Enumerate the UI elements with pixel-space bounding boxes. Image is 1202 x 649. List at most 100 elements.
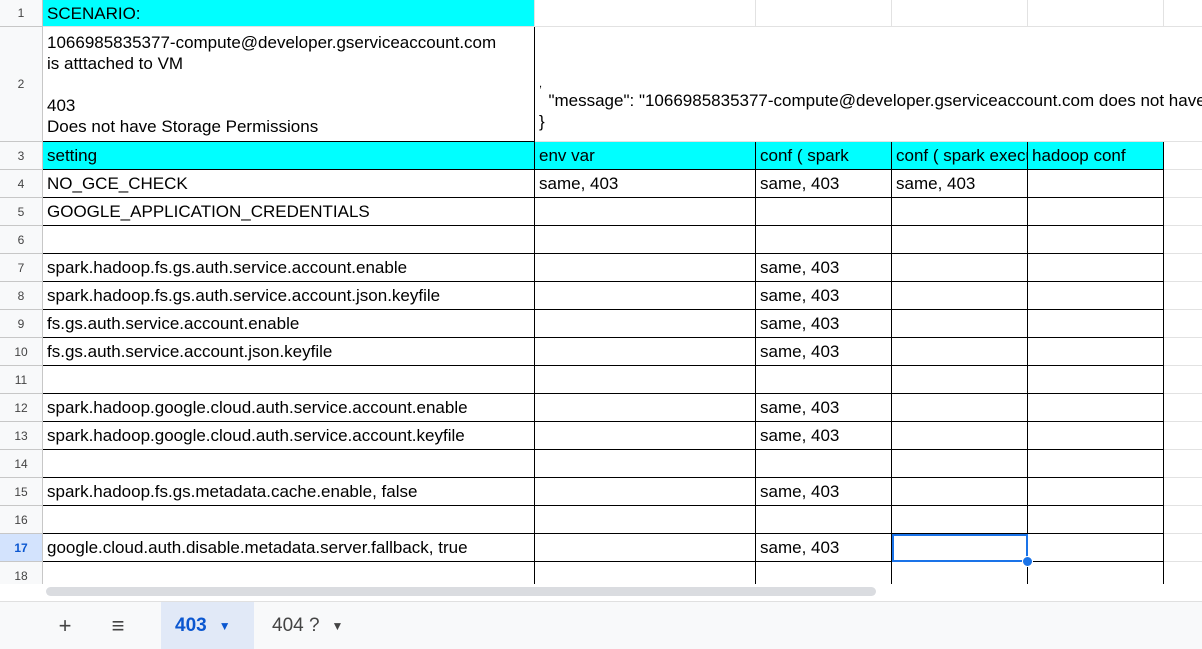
row-header-12[interactable]: 12 [0, 394, 43, 422]
cell-e4[interactable] [1028, 170, 1164, 198]
cell-d4[interactable]: same, 403 [892, 170, 1028, 198]
cell-e5[interactable] [1028, 198, 1164, 226]
cell-f8[interactable] [1164, 282, 1202, 310]
row-header-2[interactable]: 2 [0, 27, 43, 142]
cell-b14[interactable] [535, 450, 756, 478]
cell-f10[interactable] [1164, 338, 1202, 366]
cell-d14[interactable] [892, 450, 1028, 478]
cell-a16[interactable] [43, 506, 535, 534]
row-header-16[interactable]: 16 [0, 506, 43, 534]
cell-f5[interactable] [1164, 198, 1202, 226]
cell-e18[interactable] [1028, 562, 1164, 584]
cell-d3[interactable]: conf ( spark executor [892, 142, 1028, 170]
cell-a17[interactable]: google.cloud.auth.disable.metadata.serve… [43, 534, 535, 562]
cell-f18[interactable] [1164, 562, 1202, 584]
cell-c14[interactable] [756, 450, 892, 478]
cell-a10[interactable]: fs.gs.auth.service.account.json.keyfile [43, 338, 535, 366]
row-header-8[interactable]: 8 [0, 282, 43, 310]
row-header-13[interactable]: 13 [0, 422, 43, 450]
cell-e3[interactable]: hadoop conf [1028, 142, 1164, 170]
cell-d10[interactable] [892, 338, 1028, 366]
chevron-down-icon[interactable]: ▼ [219, 619, 231, 633]
horizontal-scrollbar[interactable] [43, 584, 1202, 600]
cell-e7[interactable] [1028, 254, 1164, 282]
cell-e17[interactable] [1028, 534, 1164, 562]
cell-b18[interactable] [535, 562, 756, 584]
cell-c9[interactable]: same, 403 [756, 310, 892, 338]
cell-f16[interactable] [1164, 506, 1202, 534]
cell-b15[interactable] [535, 478, 756, 506]
cell-a11[interactable] [43, 366, 535, 394]
row-header-18[interactable]: 18 [0, 562, 43, 584]
cell-d7[interactable] [892, 254, 1028, 282]
cell-a1[interactable]: SCENARIO: [43, 0, 535, 27]
cell-d5[interactable] [892, 198, 1028, 226]
cell-c8[interactable]: same, 403 [756, 282, 892, 310]
sheet-tab-403[interactable]: 403 ▼ [161, 602, 254, 649]
cell-d1[interactable] [892, 0, 1028, 27]
cell-a7[interactable]: spark.hadoop.fs.gs.auth.service.account.… [43, 254, 535, 282]
cell-c10[interactable]: same, 403 [756, 338, 892, 366]
cell-a18[interactable] [43, 562, 535, 584]
cell-d17[interactable] [892, 534, 1028, 562]
cell-f15[interactable] [1164, 478, 1202, 506]
cell-b16[interactable] [535, 506, 756, 534]
cell-e16[interactable] [1028, 506, 1164, 534]
cell-f7[interactable] [1164, 254, 1202, 282]
sheet-tab-404[interactable]: 404 ? ▼ [258, 602, 368, 649]
cell-d8[interactable] [892, 282, 1028, 310]
cell-a14[interactable] [43, 450, 535, 478]
cell-e10[interactable] [1028, 338, 1164, 366]
row-header-10[interactable]: 10 [0, 338, 43, 366]
row-header-7[interactable]: 7 [0, 254, 43, 282]
cell-c3[interactable]: conf ( spark [756, 142, 892, 170]
cell-f3[interactable] [1164, 142, 1202, 170]
cell-a3[interactable]: setting [43, 142, 535, 170]
cell-f4[interactable] [1164, 170, 1202, 198]
cell-b4[interactable]: same, 403 [535, 170, 756, 198]
cell-b6[interactable] [535, 226, 756, 254]
cell-f11[interactable] [1164, 366, 1202, 394]
cell-f12[interactable] [1164, 394, 1202, 422]
cell-f6[interactable] [1164, 226, 1202, 254]
row-header-15[interactable]: 15 [0, 478, 43, 506]
row-header-9[interactable]: 9 [0, 310, 43, 338]
cell-f1[interactable] [1164, 0, 1202, 27]
cell-e8[interactable] [1028, 282, 1164, 310]
row-header-14[interactable]: 14 [0, 450, 43, 478]
cell-a15[interactable]: spark.hadoop.fs.gs.metadata.cache.enable… [43, 478, 535, 506]
cell-b12[interactable] [535, 394, 756, 422]
selection-fill-handle[interactable] [1022, 556, 1033, 567]
cell-d6[interactable] [892, 226, 1028, 254]
cell-e1[interactable] [1028, 0, 1164, 27]
cell-b10[interactable] [535, 338, 756, 366]
cell-a2[interactable]: 1066985835377-compute@developer.gservice… [43, 27, 535, 142]
cell-e13[interactable] [1028, 422, 1164, 450]
cell-a9[interactable]: fs.gs.auth.service.account.enable [43, 310, 535, 338]
cell-b3[interactable]: env var [535, 142, 756, 170]
cell-b11[interactable] [535, 366, 756, 394]
chevron-down-icon[interactable]: ▼ [332, 619, 344, 633]
cell-e11[interactable] [1028, 366, 1164, 394]
cell-c16[interactable] [756, 506, 892, 534]
cell-c11[interactable] [756, 366, 892, 394]
row-header-4[interactable]: 4 [0, 170, 43, 198]
cell-a13[interactable]: spark.hadoop.google.cloud.auth.service.a… [43, 422, 535, 450]
cell-c1[interactable] [756, 0, 892, 27]
row-header-11[interactable]: 11 [0, 366, 43, 394]
cell-b1[interactable] [535, 0, 756, 27]
cell-a5[interactable]: GOOGLE_APPLICATION_CREDENTIALS [43, 198, 535, 226]
cell-d16[interactable] [892, 506, 1028, 534]
cell-e12[interactable] [1028, 394, 1164, 422]
cell-e15[interactable] [1028, 478, 1164, 506]
cell-a8[interactable]: spark.hadoop.fs.gs.auth.service.account.… [43, 282, 535, 310]
cell-c4[interactable]: same, 403 [756, 170, 892, 198]
cell-b8[interactable] [535, 282, 756, 310]
cell-f14[interactable] [1164, 450, 1202, 478]
cell-f13[interactable] [1164, 422, 1202, 450]
cell-d15[interactable] [892, 478, 1028, 506]
cell-b7[interactable] [535, 254, 756, 282]
cell-c17[interactable]: same, 403 [756, 534, 892, 562]
cell-f17[interactable] [1164, 534, 1202, 562]
cell-c15[interactable]: same, 403 [756, 478, 892, 506]
